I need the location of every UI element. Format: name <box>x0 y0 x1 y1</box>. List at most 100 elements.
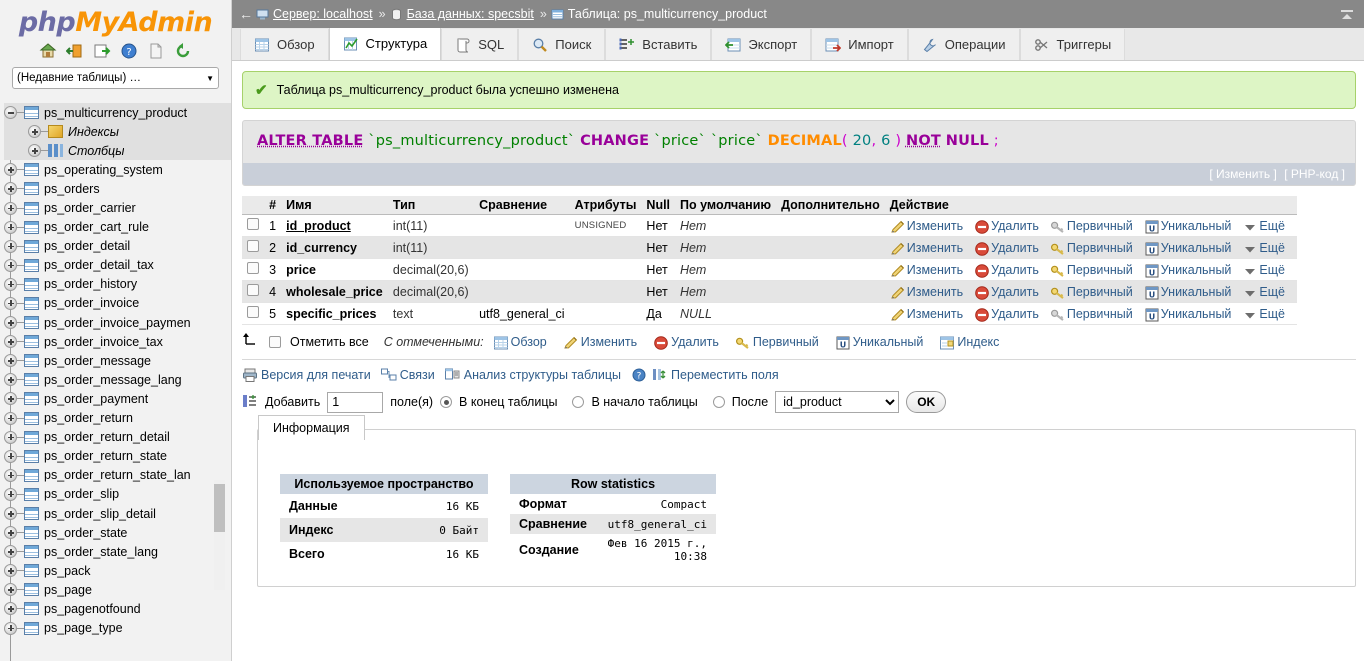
tree-node-ps_order_return_detail[interactable]: ps_order_return_detail <box>4 428 231 447</box>
tree-node-ps_order_state[interactable]: ps_order_state <box>4 523 231 542</box>
check-all-checkbox[interactable] <box>269 335 281 348</box>
tree-toggle-icon[interactable] <box>4 373 17 387</box>
bulk-action-удалить[interactable]: Удалить <box>653 335 719 350</box>
row-action-удалить[interactable]: Удалить <box>974 285 1039 300</box>
row-action-уникальный[interactable]: U Уникальный <box>1144 307 1231 321</box>
tree-toggle-icon[interactable] <box>4 507 17 521</box>
row-action-первичный[interactable]: Первичный <box>1050 219 1133 233</box>
docs-icon[interactable] <box>147 42 165 60</box>
radio-after-column[interactable] <box>712 396 725 408</box>
back-arrow-icon[interactable]: ← <box>236 6 256 22</box>
tree-toggle-icon[interactable] <box>4 201 17 215</box>
tree-toggle-icon[interactable] <box>4 163 17 177</box>
tree-toggle-icon[interactable] <box>4 602 17 616</box>
tree-node-ps_order_detail[interactable]: ps_order_detail <box>4 237 231 256</box>
tree-node-ps_page[interactable]: ps_page <box>4 580 231 599</box>
tab-sql[interactable]: SQL <box>441 29 519 60</box>
radio-beginning-of-table[interactable] <box>572 396 585 408</box>
row-checkbox[interactable] <box>247 284 259 296</box>
tool-relations[interactable]: Связи <box>380 367 435 382</box>
tab-триггеры[interactable]: Триггеры <box>1019 29 1126 60</box>
tree-toggle-icon[interactable] <box>4 220 17 234</box>
sidebar-scrollbar-thumb[interactable] <box>214 484 225 532</box>
row-action-уникальный[interactable]: U Уникальный <box>1144 263 1231 277</box>
tree-node-ps_page_type[interactable]: ps_page_type <box>4 619 231 638</box>
bulk-action-обзор[interactable]: Обзор <box>493 335 547 349</box>
row-action-изменить[interactable]: Изменить <box>890 241 963 255</box>
breadcrumb-item-database[interactable]: База данных: specsbit <box>390 7 534 21</box>
tree-node-ps_operating_system[interactable]: ps_operating_system <box>4 160 231 179</box>
tree-node-ps_order_history[interactable]: ps_order_history <box>4 275 231 294</box>
sql-query-text[interactable]: ALTER TABLE `ps_multicurrency_product` C… <box>243 121 1355 163</box>
sql-php-link[interactable]: [ PHP-код ] <box>1284 167 1345 181</box>
row-action-ещё[interactable]: Ещё <box>1242 219 1285 233</box>
phpmyadmin-logo[interactable]: phpMyAdmin <box>0 0 231 38</box>
tree-node-ps_order_message_lang[interactable]: ps_order_message_lang <box>4 370 231 389</box>
after-column-select[interactable]: id_productid_currencypricewholesale_pric… <box>775 391 900 413</box>
tree-toggle-icon[interactable] <box>4 106 17 120</box>
tree-node-ps_order_payment[interactable]: ps_order_payment <box>4 389 231 408</box>
tree-node-ps_order_slip[interactable]: ps_order_slip <box>4 485 231 504</box>
tree-toggle-icon[interactable] <box>4 487 17 501</box>
tab-поиск[interactable]: Поиск <box>518 29 606 60</box>
tree-node-ps_order_slip_detail[interactable]: ps_order_slip_detail <box>4 504 231 523</box>
bulk-action-уникальный[interactable]: U Уникальный <box>835 335 923 349</box>
tree-toggle-icon[interactable] <box>28 125 41 139</box>
database-table-tree[interactable]: ps_multicurrency_product Индексы Столбцы ps… <box>0 103 231 661</box>
breadcrumb-item-server[interactable]: Сервер: localhost <box>256 7 373 21</box>
row-action-удалить[interactable]: Удалить <box>974 307 1039 322</box>
collapse-up-icon[interactable] <box>1336 3 1358 25</box>
tree-toggle-icon[interactable] <box>28 144 41 158</box>
tree-node-ps_order_cart_rule[interactable]: ps_order_cart_rule <box>4 218 231 237</box>
row-action-ещё[interactable]: Ещё <box>1242 285 1285 299</box>
tab-экспорт[interactable]: Экспорт <box>711 29 812 60</box>
sql-edit-link[interactable]: [ Изменить ] <box>1209 167 1276 181</box>
tab-вставить[interactable]: Вставить <box>605 29 712 60</box>
tool-move-columns[interactable]: Переместить поля <box>652 367 779 382</box>
row-checkbox[interactable] <box>247 262 259 274</box>
tree-toggle-icon[interactable] <box>4 258 17 272</box>
tree-toggle-icon[interactable] <box>4 621 17 635</box>
sql-window-icon[interactable] <box>93 42 111 60</box>
tree-toggle-icon[interactable] <box>4 182 17 196</box>
tree-toggle-icon[interactable] <box>4 430 17 444</box>
tree-node-ps_order_carrier[interactable]: ps_order_carrier <box>4 198 231 217</box>
tree-node-ps_orders[interactable]: ps_orders <box>4 179 231 198</box>
row-checkbox[interactable] <box>247 218 259 230</box>
row-action-уникальный[interactable]: U Уникальный <box>1144 241 1231 255</box>
tree-node-ps_order_return[interactable]: ps_order_return <box>4 409 231 428</box>
help-icon[interactable]: ? <box>120 42 138 60</box>
tree-toggle-icon[interactable] <box>4 411 17 425</box>
row-checkbox[interactable] <box>247 240 259 252</box>
tree-node-индексы[interactable]: Индексы <box>4 122 231 142</box>
tree-node-ps_order_return_state_lan[interactable]: ps_order_return_state_lan <box>4 466 231 485</box>
add-field-count-input[interactable] <box>327 391 384 413</box>
tree-node-ps_order_message[interactable]: ps_order_message <box>4 351 231 370</box>
row-checkbox[interactable] <box>247 306 259 318</box>
bulk-action-первичный[interactable]: Первичный <box>735 335 819 349</box>
tree-node-ps_pagenotfound[interactable]: ps_pagenotfound <box>4 599 231 618</box>
row-action-ещё[interactable]: Ещё <box>1242 307 1285 321</box>
tree-node-ps_order_invoice_paymen[interactable]: ps_order_invoice_paymen <box>4 313 231 332</box>
help-small-icon[interactable]: ? <box>631 367 646 382</box>
row-action-изменить[interactable]: Изменить <box>890 285 963 299</box>
information-tab[interactable]: Информация <box>258 415 365 440</box>
row-action-изменить[interactable]: Изменить <box>890 307 963 321</box>
tree-toggle-icon[interactable] <box>4 354 17 368</box>
bulk-action-изменить[interactable]: Изменить <box>563 335 637 349</box>
row-action-удалить[interactable]: Удалить <box>974 241 1039 256</box>
tree-node-ps_order_state_lang[interactable]: ps_order_state_lang <box>4 542 231 561</box>
breadcrumb-item-table[interactable]: Таблица: ps_multicurrency_product <box>551 7 767 21</box>
tab-обзор[interactable]: Обзор <box>240 29 329 60</box>
tree-toggle-icon[interactable] <box>4 316 17 330</box>
tool-propose-structure[interactable]: Анализ структуры таблицы <box>444 367 621 382</box>
radio-end-of-table[interactable] <box>440 396 453 408</box>
row-action-изменить[interactable]: Изменить <box>890 263 963 277</box>
tab-структура[interactable]: Структура <box>328 27 442 60</box>
tree-toggle-icon[interactable] <box>4 449 17 463</box>
tree-node-столбцы[interactable]: Столбцы <box>4 141 231 161</box>
tool-print[interactable]: Версия для печати <box>242 367 371 382</box>
tree-toggle-icon[interactable] <box>4 564 17 578</box>
tab-операции[interactable]: Операции <box>907 29 1020 60</box>
row-action-первичный[interactable]: Первичный <box>1050 241 1133 255</box>
